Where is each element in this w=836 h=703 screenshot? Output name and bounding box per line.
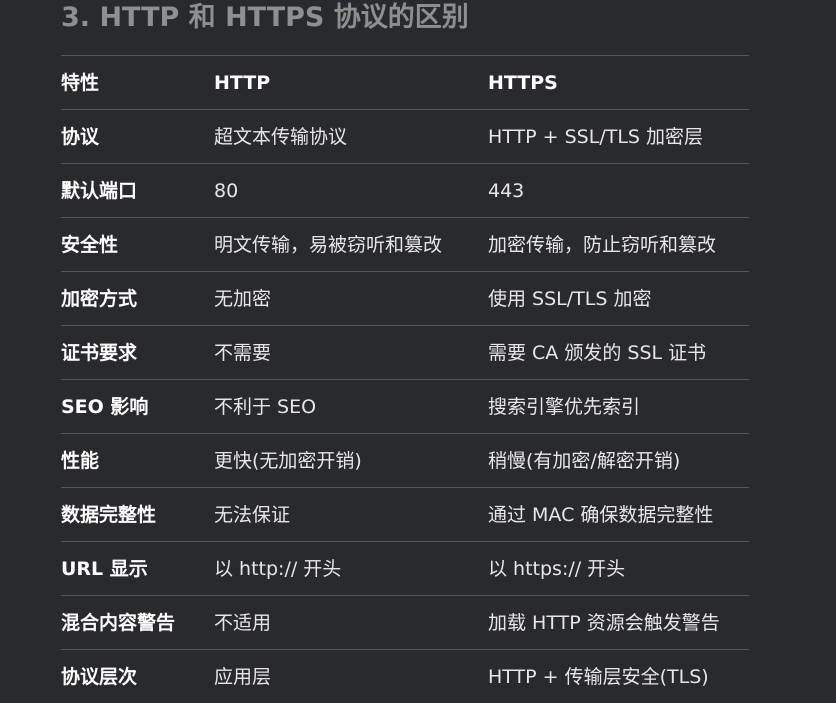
row-feature-cell: 数据完整性 xyxy=(61,503,157,526)
header-https: HTTPS xyxy=(488,71,558,94)
row-https-cell: 搜索引擎优先索引 xyxy=(488,395,641,418)
table-row: SEO 影响 不利于 SEO 搜索引擎优先索引 xyxy=(61,379,749,433)
header-http: HTTP xyxy=(214,71,271,94)
table-row: 协议 超文本传输协议 HTTP + SSL/TLS 加密层 xyxy=(61,109,749,163)
row-https-cell: 使用 SSL/TLS 加密 xyxy=(488,287,652,310)
row-http-cell: 不适用 xyxy=(214,611,272,634)
row-http-cell: 80 xyxy=(214,179,239,202)
row-http-cell: 不需要 xyxy=(214,341,272,364)
table-row: 安全性 明文传输，易被窃听和篡改 加密传输，防止窃听和篡改 xyxy=(61,217,749,271)
row-https-cell: 加密传输，防止窃听和篡改 xyxy=(488,233,717,256)
row-https-cell: 加载 HTTP 资源会触发警告 xyxy=(488,611,720,634)
section-heading: 3. HTTP 和 HTTPS 协议的区别 xyxy=(61,2,469,33)
row-feature-cell: 默认端口 xyxy=(61,179,138,202)
row-feature-cell: SEO 影响 xyxy=(61,395,149,418)
row-http-cell: 应用层 xyxy=(214,665,272,688)
row-feature-cell: 协议层次 xyxy=(61,665,138,688)
row-http-cell: 不利于 SEO xyxy=(214,395,317,418)
row-feature-cell: 混合内容警告 xyxy=(61,611,176,634)
row-https-cell: 以 https:// 开头 xyxy=(488,557,626,580)
row-feature-cell: 安全性 xyxy=(61,233,119,256)
comparison-table: 特性 HTTP HTTPS 协议 超文本传输协议 HTTP + SSL/TLS 加密… xyxy=(61,55,749,703)
row-feature-cell: URL 显示 xyxy=(61,557,148,580)
table-header-row: 特性 HTTP HTTPS xyxy=(61,55,749,109)
row-feature-cell: 性能 xyxy=(61,449,100,472)
table-row: 证书要求 不需要 需要 CA 颁发的 SSL 证书 xyxy=(61,325,749,379)
row-http-cell: 无加密 xyxy=(214,287,272,310)
table-row: 混合内容警告 不适用 加载 HTTP 资源会触发警告 xyxy=(61,595,749,649)
row-https-cell: 稍慢(有加密/解密开销) xyxy=(488,449,681,472)
row-feature-cell: 证书要求 xyxy=(61,341,138,364)
table-row: 协议层次 应用层 HTTP + 传输层安全(TLS) xyxy=(61,649,749,703)
row-https-cell: 需要 CA 颁发的 SSL 证书 xyxy=(488,341,707,364)
row-http-cell: 无法保证 xyxy=(214,503,291,526)
row-http-cell: 超文本传输协议 xyxy=(214,125,348,148)
row-http-cell: 以 http:// 开头 xyxy=(214,557,342,580)
row-http-cell: 更快(无加密开销) xyxy=(214,449,362,472)
table-body: 协议 超文本传输协议 HTTP + SSL/TLS 加密层默认端口 80 443 安全性 明… xyxy=(61,109,749,703)
row-https-cell: 443 xyxy=(488,179,525,202)
table-row: 数据完整性 无法保证 通过 MAC 确保数据完整性 xyxy=(61,487,749,541)
row-https-cell: 通过 MAC 确保数据完整性 xyxy=(488,503,714,526)
table-row: 加密方式 无加密 使用 SSL/TLS 加密 xyxy=(61,271,749,325)
row-https-cell: HTTP + 传输层安全(TLS) xyxy=(488,665,709,688)
row-feature-cell: 加密方式 xyxy=(61,287,138,310)
table-row: 性能 更快(无加密开销) 稍慢(有加密/解密开销) xyxy=(61,433,749,487)
header-feature: 特性 xyxy=(61,71,100,94)
row-https-cell: HTTP + SSL/TLS 加密层 xyxy=(488,125,704,148)
table-row: URL 显示 以 http:// 开头 以 https:// 开头 xyxy=(61,541,749,595)
row-http-cell: 明文传输，易被窃听和篡改 xyxy=(214,233,443,256)
table-row: 默认端口 80 443 xyxy=(61,163,749,217)
row-feature-cell: 协议 xyxy=(61,125,100,148)
